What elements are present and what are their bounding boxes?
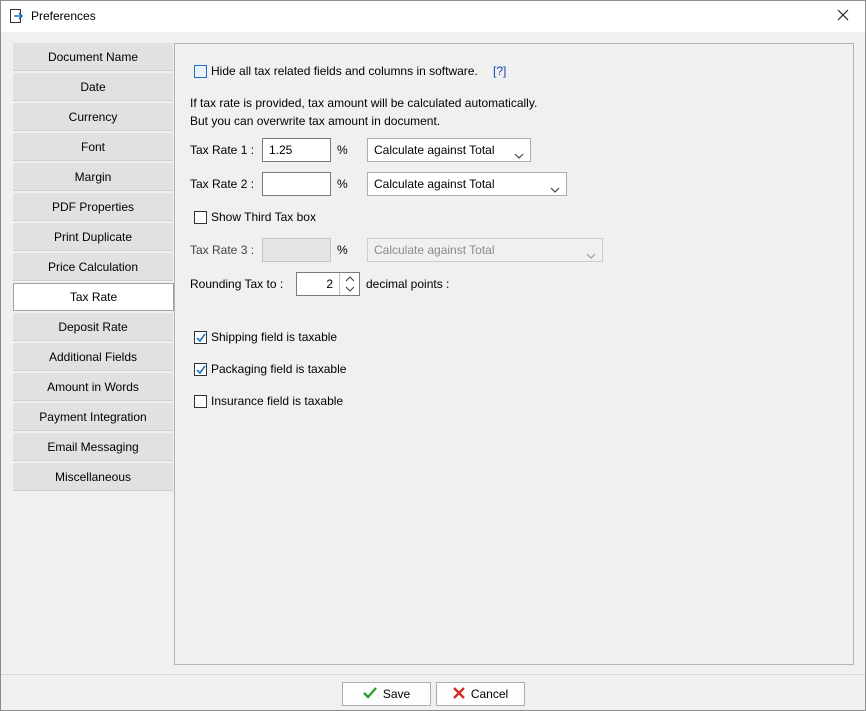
chevron-down-icon <box>586 245 596 267</box>
close-button[interactable] <box>821 1 865 32</box>
nav-item-label: Amount in Words <box>47 379 139 394</box>
title-bar: Preferences <box>1 1 865 32</box>
nav-item-font[interactable]: Font <box>13 133 173 161</box>
nav-item-label: Font <box>80 139 105 154</box>
nav-item-price-calculation[interactable]: Price Calculation <box>13 253 173 281</box>
info-line-1: If tax rate is provided, tax amount will… <box>190 96 538 110</box>
info-line-2: But you can overwrite tax amount in docu… <box>190 114 441 128</box>
check-icon <box>196 333 206 343</box>
nav-item-label: PDF Properties <box>51 199 135 214</box>
nav-item-amount-in-words[interactable]: Amount in Words <box>13 373 173 401</box>
tax-rate-2-label: Tax Rate 2 : <box>190 177 255 191</box>
nav-item-additional-fields[interactable]: Additional Fields <box>13 343 173 371</box>
tax-rate-2-method-value: Calculate against Total <box>374 177 495 191</box>
cancel-x-icon <box>452 686 465 702</box>
packaging-taxable-label: Packaging field is taxable <box>211 362 347 376</box>
nav-item-label: Deposit Rate <box>58 319 128 334</box>
nav-item-label: Tax Rate <box>69 290 118 304</box>
tax-rate-3-method-value: Calculate against Total <box>374 243 495 257</box>
tax-rate-1-label: Tax Rate 1 : <box>190 143 255 157</box>
nav-item-deposit-rate[interactable]: Deposit Rate <box>13 313 173 341</box>
show-third-tax-label: Show Third Tax box <box>211 210 316 224</box>
hide-tax-checkbox[interactable] <box>194 65 207 78</box>
nav-item-label: Margin <box>74 169 112 184</box>
rounding-label: Rounding Tax to : <box>190 277 284 291</box>
nav-item-label: Email Messaging <box>47 439 139 454</box>
tax-rate-2-input[interactable] <box>262 172 331 196</box>
chevron-down-icon <box>550 179 560 201</box>
nav-item-payment-integration[interactable]: Payment Integration <box>13 403 173 431</box>
tax-rate-1-method-value: Calculate against Total <box>374 143 495 157</box>
insurance-taxable-checkbox[interactable] <box>194 395 207 408</box>
nav-item-label: Currency <box>68 109 118 124</box>
nav-item-label: Document Name <box>47 49 139 64</box>
footer-divider <box>1 674 865 675</box>
hide-tax-label: Hide all tax related fields and columns … <box>211 64 478 78</box>
tax-rate-3-input[interactable] <box>262 238 331 262</box>
save-button[interactable]: Save <box>342 682 431 706</box>
stepper-arrows[interactable] <box>339 273 359 295</box>
insurance-taxable-label: Insurance field is taxable <box>211 394 344 408</box>
tax-rate-1-method-select[interactable]: Calculate against Total <box>367 138 531 162</box>
tax-rate-1-input[interactable]: 1.25 <box>262 138 331 162</box>
check-icon <box>196 365 206 375</box>
cancel-label: Cancel <box>470 687 509 701</box>
chevron-down-icon <box>514 145 524 167</box>
rounding-stepper[interactable]: 2 <box>296 272 360 296</box>
tax-rate-2-percent: % <box>337 177 348 191</box>
rounding-value: 2 <box>326 277 333 291</box>
preferences-window: Preferences Document Name Date Currency … <box>0 0 866 711</box>
tax-rate-panel: Hide all tax related fields and columns … <box>174 43 854 665</box>
cancel-button[interactable]: Cancel <box>436 682 525 706</box>
shipping-taxable-checkbox[interactable] <box>194 331 207 344</box>
save-label: Save <box>382 687 411 701</box>
nav-item-label: Date <box>80 79 106 94</box>
nav-item-pdf-properties[interactable]: PDF Properties <box>13 193 173 221</box>
nav-item-tax-rate[interactable]: Tax Rate <box>13 283 174 311</box>
rounding-suffix: decimal points : <box>366 277 450 291</box>
nav-item-label: Price Calculation <box>47 259 139 274</box>
nav-item-date[interactable]: Date <box>13 73 173 101</box>
nav-item-label: Print Duplicate <box>53 229 133 244</box>
nav-item-label: Additional Fields <box>48 349 138 364</box>
show-third-tax-checkbox[interactable] <box>194 211 207 224</box>
tax-rate-3-method-select[interactable]: Calculate against Total <box>367 238 603 262</box>
tax-rate-3-percent: % <box>337 243 348 257</box>
close-icon <box>837 9 849 24</box>
checkmark-icon <box>362 686 377 702</box>
nav-item-label: Payment Integration <box>39 409 147 424</box>
nav-item-margin[interactable]: Margin <box>13 163 173 191</box>
help-link[interactable]: [?] <box>493 64 506 78</box>
nav-item-print-duplicate[interactable]: Print Duplicate <box>13 223 173 251</box>
tax-rate-3-label: Tax Rate 3 : <box>190 243 255 257</box>
tax-rate-1-percent: % <box>337 143 348 157</box>
tax-rate-2-method-select[interactable]: Calculate against Total <box>367 172 567 196</box>
nav-item-email-messaging[interactable]: Email Messaging <box>13 433 173 461</box>
nav-item-currency[interactable]: Currency <box>13 103 173 131</box>
nav-item-document-name[interactable]: Document Name <box>13 43 173 71</box>
shipping-taxable-label: Shipping field is taxable <box>211 330 338 344</box>
nav-item-miscellaneous[interactable]: Miscellaneous <box>13 463 173 491</box>
packaging-taxable-checkbox[interactable] <box>194 363 207 376</box>
window-title: Preferences <box>31 9 96 23</box>
nav-item-label: Miscellaneous <box>54 469 132 484</box>
app-icon <box>10 9 24 23</box>
